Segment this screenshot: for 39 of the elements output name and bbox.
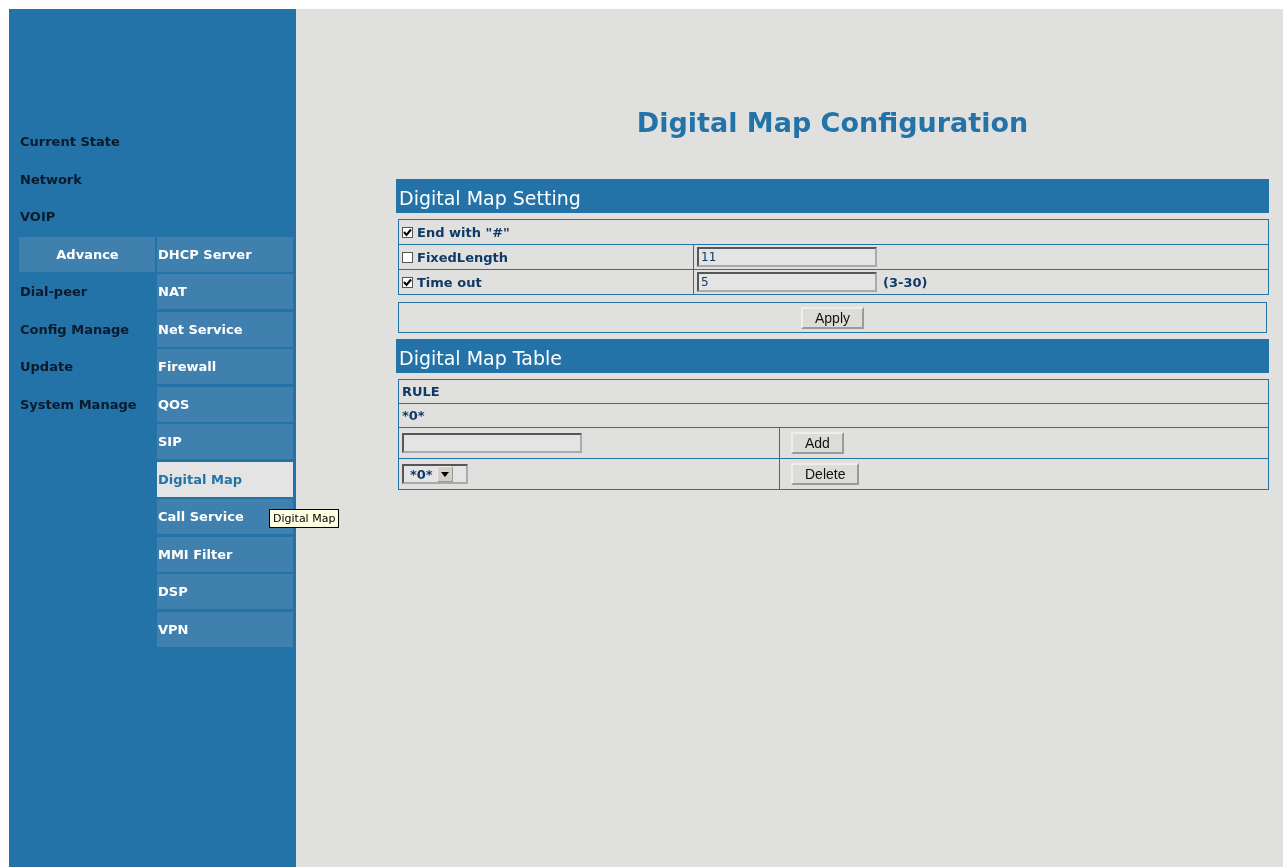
input-field[interactable]: 11: [697, 247, 877, 267]
submenu-item[interactable]: MMI Filter: [157, 536, 293, 572]
table-cell: *0*: [402, 408, 425, 423]
section-header: Digital Map Table: [396, 339, 1269, 373]
submenu-item[interactable]: VPN: [157, 611, 293, 647]
column-header: RULE: [402, 384, 440, 399]
checkbox[interactable]: [402, 251, 413, 263]
menu-item[interactable]: System Manage: [19, 386, 155, 422]
option-label: Time out: [417, 274, 482, 290]
range-hint: (3-30): [883, 274, 928, 290]
menu-item[interactable]: Current State: [19, 124, 155, 159]
checkbox[interactable]: [402, 276, 413, 288]
checkbox[interactable]: [402, 226, 413, 238]
delete-button[interactable]: Delete: [791, 463, 860, 485]
page-title: Digital Map Configuration: [635, 107, 1030, 138]
submenu-item[interactable]: Digital Map: [157, 461, 293, 497]
menu-item[interactable]: Advance: [19, 236, 155, 272]
apply-button[interactable]: Apply: [801, 306, 864, 329]
menu-item[interactable]: Dial-peer: [19, 274, 155, 309]
menu-item[interactable]: Network: [19, 161, 155, 197]
submenu-item[interactable]: Firewall: [157, 349, 293, 384]
submenu-item[interactable]: SIP: [157, 424, 293, 459]
submenu-item[interactable]: QOS: [157, 386, 293, 422]
input-field[interactable]: 5: [697, 272, 877, 292]
rule-dropdown[interactable]: *0*: [402, 464, 468, 484]
option-label: FixedLength: [417, 249, 508, 265]
submenu-item[interactable]: DHCP Server: [157, 236, 293, 272]
caret-icon: [440, 471, 449, 477]
menu-item[interactable]: Config Manage: [19, 311, 155, 347]
section-header: Digital Map Setting: [396, 179, 1269, 213]
submenu-item[interactable]: Net Service: [157, 311, 293, 347]
menu-item[interactable]: VOIP: [19, 199, 155, 234]
submenu-item[interactable]: NAT: [157, 274, 293, 309]
menu-item[interactable]: Update: [19, 349, 155, 384]
tooltip: Digital Map: [269, 509, 340, 528]
submenu-item[interactable]: DSP: [157, 574, 293, 609]
add-button[interactable]: Add: [791, 432, 844, 454]
option-label: End with "#": [417, 224, 510, 240]
input-field[interactable]: [402, 433, 582, 453]
